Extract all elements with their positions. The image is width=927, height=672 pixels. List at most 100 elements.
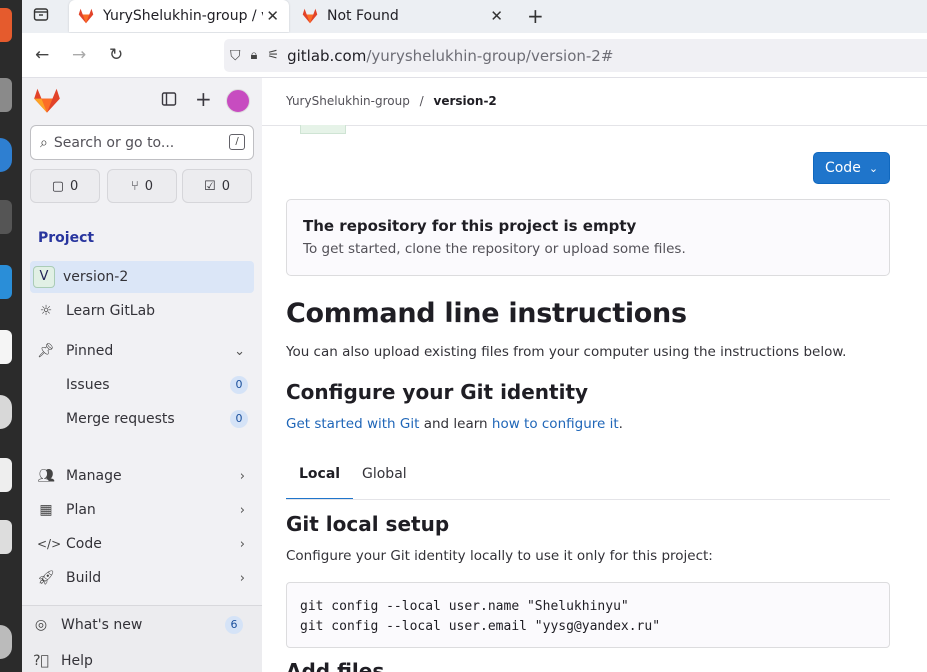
sidebar-item-plan[interactable]: ▦ Plan › bbox=[30, 494, 254, 526]
permissions-icon[interactable]: ⚟ bbox=[267, 48, 279, 63]
get-started-git-link[interactable]: Get started with Git bbox=[286, 416, 419, 432]
sidebar-item-label: Help bbox=[61, 653, 93, 669]
chevron-down-icon: ⌄ bbox=[868, 161, 879, 175]
code-line: git config --local user.email "yysg@yand… bbox=[300, 619, 661, 634]
sidebar-item-issues[interactable]: Issues 0 bbox=[30, 369, 254, 401]
sidebar-item-label: Plan bbox=[66, 502, 96, 518]
sidebar-item-manage[interactable]: 👥︎ Manage › bbox=[30, 460, 254, 492]
chevron-right-icon: › bbox=[239, 536, 245, 552]
tab-overview-icon[interactable] bbox=[33, 6, 49, 26]
browser-tab[interactable]: Not Found ✕ bbox=[293, 0, 513, 32]
close-icon[interactable]: ✕ bbox=[266, 7, 279, 25]
local-setup-heading: Git local setup bbox=[286, 512, 450, 536]
pin-icon: 📌︎ bbox=[37, 343, 55, 359]
sidebar-item-label: Pinned bbox=[66, 343, 114, 359]
sidebar-item-label: Code bbox=[66, 536, 102, 552]
shield-icon[interactable]: ⛉ bbox=[230, 48, 241, 64]
sidebar-item-help[interactable]: ?⃝ Help bbox=[25, 645, 249, 672]
rocket-icon: 🚀︎ bbox=[37, 570, 55, 586]
sidebar-item-merge-requests[interactable]: Merge requests 0 bbox=[30, 403, 254, 435]
planning-icon: ▦ bbox=[39, 502, 53, 518]
count-badge: 0 bbox=[230, 410, 248, 428]
todo-icon: ☑ bbox=[204, 178, 216, 194]
issues-icon: ▢ bbox=[51, 178, 64, 194]
count-badge: 0 bbox=[230, 376, 248, 394]
code-line: git config --local user.name "Shelukhiny… bbox=[300, 599, 629, 614]
code-dropdown-button[interactable]: Code ⌄ bbox=[813, 152, 890, 184]
url-bar[interactable]: ⛉ 🔒︎ ⚟ gitlab.com/yuryshelukhin-group/ve… bbox=[224, 39, 927, 72]
search-input[interactable]: ⌕ Search or go to... / bbox=[30, 125, 254, 160]
sidebar-item-label: Learn GitLab bbox=[66, 303, 156, 319]
alert-body: To get started, clone the repository or … bbox=[303, 241, 686, 257]
reload-icon[interactable]: ↻ bbox=[109, 45, 123, 65]
sidebar-item-label: Merge requests bbox=[66, 411, 175, 427]
local-setup-description: Configure your Git identity locally to u… bbox=[286, 548, 713, 564]
sidebar-section-title: Project bbox=[38, 230, 95, 246]
lock-icon[interactable]: 🔒︎ bbox=[251, 48, 258, 63]
forward-arrow-icon[interactable]: → bbox=[72, 45, 86, 65]
code-button-label: Code bbox=[824, 160, 861, 176]
breadcrumb-project-link[interactable]: version-2 bbox=[434, 94, 497, 108]
url-host: gitlab.com bbox=[287, 46, 367, 65]
todos-button[interactable]: ☑ 0 bbox=[182, 169, 252, 203]
page-title: Command line instructions bbox=[286, 298, 687, 329]
avatar[interactable] bbox=[226, 89, 250, 113]
tab-local[interactable]: Local bbox=[286, 466, 354, 500]
dock-app-icon[interactable] bbox=[0, 138, 12, 172]
search-icon: ⌕ bbox=[40, 134, 48, 151]
create-new-icon[interactable]: + bbox=[195, 87, 212, 111]
help-icon: ?⃝ bbox=[33, 653, 49, 669]
sidebar-footer: ◎ What's new 6 ?⃝ Help bbox=[22, 605, 262, 672]
dock-app-icon[interactable] bbox=[0, 520, 12, 554]
new-tab-icon[interactable]: + bbox=[527, 4, 544, 28]
sidebar-item-learn-gitlab[interactable]: ☼ Learn GitLab bbox=[30, 295, 254, 327]
sidebar-item-code[interactable]: </> Code › bbox=[30, 528, 254, 560]
dock-app-icon[interactable] bbox=[0, 458, 12, 492]
project-avatar-stub bbox=[300, 125, 346, 134]
main-content: YuryShelukhin-group / version-2 Code ⌄ T… bbox=[262, 78, 927, 672]
dock-app-icon[interactable] bbox=[0, 395, 12, 429]
sidebar-item-build[interactable]: 🚀︎ Build › bbox=[30, 562, 254, 594]
sidebar-item-label: Build bbox=[66, 570, 102, 586]
gitlab-logo[interactable] bbox=[33, 88, 61, 114]
browser-tab-bar: YuryShelukhin-group / version-2 ✕ Not Fo… bbox=[22, 0, 927, 33]
browser-tab-active[interactable]: YuryShelukhin-group / version-2 ✕ bbox=[69, 0, 289, 32]
sidebar-toggle-icon[interactable] bbox=[161, 91, 177, 111]
lightbulb-icon: ☼ bbox=[39, 303, 53, 319]
breadcrumb-group-link[interactable]: YuryShelukhin-group bbox=[286, 94, 410, 108]
gitlab-tab-icon bbox=[78, 8, 94, 24]
chevron-right-icon: › bbox=[239, 570, 245, 586]
empty-repo-alert: The repository for this project is empty… bbox=[286, 199, 890, 276]
dock-app-icon[interactable] bbox=[0, 625, 12, 659]
merge-requests-button[interactable]: ⑂ 0 bbox=[107, 169, 177, 203]
back-arrow-icon[interactable]: ← bbox=[35, 45, 49, 65]
tab-global[interactable]: Global bbox=[362, 466, 407, 500]
divider bbox=[262, 125, 927, 126]
project-avatar: V bbox=[33, 266, 55, 288]
dock-app-icon[interactable] bbox=[0, 265, 12, 299]
dock-app-icon[interactable] bbox=[0, 78, 12, 112]
sidebar-item-project[interactable]: V version-2 bbox=[30, 261, 254, 293]
keyboard-shortcut-badge: / bbox=[229, 134, 245, 150]
dock-app-icon[interactable] bbox=[0, 330, 12, 364]
close-icon[interactable]: ✕ bbox=[490, 7, 503, 25]
code-block: git config --local user.name "Shelukhiny… bbox=[286, 582, 890, 648]
identity-heading: Configure your Git identity bbox=[286, 380, 589, 404]
add-files-heading: Add files bbox=[286, 659, 385, 672]
firefox-dock-icon[interactable] bbox=[0, 8, 12, 42]
chevron-down-icon: ⌄ bbox=[234, 343, 245, 359]
configure-git-link[interactable]: how to configure it bbox=[492, 416, 619, 432]
code-icon: </> bbox=[37, 537, 62, 551]
os-dock bbox=[0, 0, 22, 672]
chevron-right-icon: › bbox=[239, 502, 245, 518]
tab-title: YuryShelukhin-group / version-2 bbox=[103, 8, 263, 24]
search-placeholder: Search or go to... bbox=[53, 134, 175, 151]
sidebar-item-whats-new[interactable]: ◎ What's new 6 bbox=[25, 609, 249, 641]
tab-divider bbox=[286, 499, 890, 500]
users-icon: 👥︎ bbox=[37, 468, 55, 484]
assigned-issues-button[interactable]: ▢ 0 bbox=[30, 169, 100, 203]
sidebar-item-pinned[interactable]: 📌︎ Pinned ⌄ bbox=[30, 335, 254, 367]
sidebar-item-label: Manage bbox=[66, 468, 122, 484]
alert-title: The repository for this project is empty bbox=[303, 217, 637, 235]
dock-app-icon[interactable] bbox=[0, 200, 12, 234]
